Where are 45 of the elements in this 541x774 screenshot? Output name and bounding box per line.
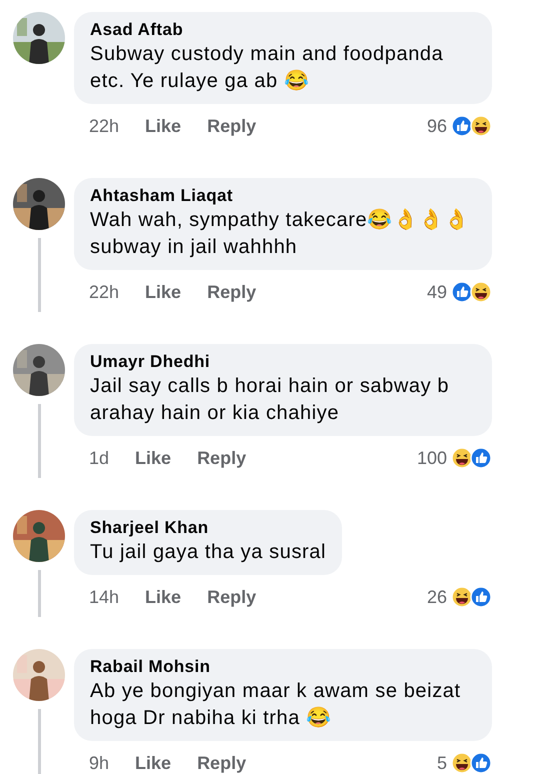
laughing-face-icon [451, 586, 473, 608]
reaction-icons[interactable] [451, 586, 492, 608]
reaction-count[interactable]: 26 [426, 584, 447, 610]
comment-text: Ab ye bongiyan maar k awam se beizat hoga Dr nabiha ki trha 😂 [90, 679, 462, 731]
timestamp: 1d [89, 446, 110, 470]
like-link[interactable]: Like [135, 444, 172, 472]
reply-link[interactable]: Reply [207, 584, 256, 610]
laughing-face-icon [470, 115, 492, 137]
laughing-face-icon [451, 447, 473, 469]
thumbs-up-icon [451, 281, 473, 303]
comment-text: Subway custody main and foodpanda etc. Ye rulaye ga ab 😂 [90, 42, 444, 94]
like-link[interactable]: Like [145, 584, 182, 610]
reaction-count[interactable]: 100 [416, 444, 447, 472]
thumbs-up-icon [470, 752, 492, 774]
author-name[interactable]: Asad Aftab [90, 19, 476, 41]
reply-link[interactable]: Reply [207, 278, 256, 306]
timestamp: 22h [89, 114, 120, 138]
reaction-count[interactable]: 96 [426, 112, 447, 140]
author-name[interactable]: Umayr Dhedhi [90, 351, 476, 373]
like-link[interactable]: Like [135, 750, 172, 774]
timestamp: 22h [89, 280, 120, 304]
reaction-count[interactable]: 5 [436, 750, 447, 774]
author-name[interactable]: Rabail Mohsin [90, 656, 476, 678]
like-link[interactable]: Like [145, 278, 182, 306]
thumbs-up-icon [470, 586, 492, 608]
reaction-icons[interactable] [451, 281, 492, 303]
like-link[interactable]: Like [145, 112, 182, 140]
comment-text: Wah wah, sympathy takecare😂👌👌👌 subway in jail wahhhh [90, 208, 471, 260]
comment-text: Tu jail gaya tha ya susral [90, 540, 326, 565]
laughing-face-icon [470, 281, 492, 303]
author-name[interactable]: Ahtasham Liaqat [90, 185, 476, 207]
reply-link[interactable]: Reply [197, 444, 246, 472]
thumbs-up-icon [451, 115, 473, 137]
timestamp: 14h [89, 586, 120, 608]
reaction-icons[interactable] [451, 752, 492, 774]
reaction-count[interactable]: 49 [426, 278, 447, 306]
thumbs-up-icon [470, 447, 492, 469]
author-name[interactable]: Sharjeel Khan [90, 517, 326, 539]
reply-link[interactable]: Reply [207, 112, 256, 140]
reply-link[interactable]: Reply [197, 750, 246, 774]
laughing-face-icon [451, 752, 473, 774]
comment-text: Jail say calls b horai hain or sabway b arahay hain or kia chahiye [90, 374, 450, 426]
timestamp: 9h [89, 752, 110, 774]
reaction-icons[interactable] [451, 115, 492, 137]
reaction-icons[interactable] [451, 447, 492, 469]
